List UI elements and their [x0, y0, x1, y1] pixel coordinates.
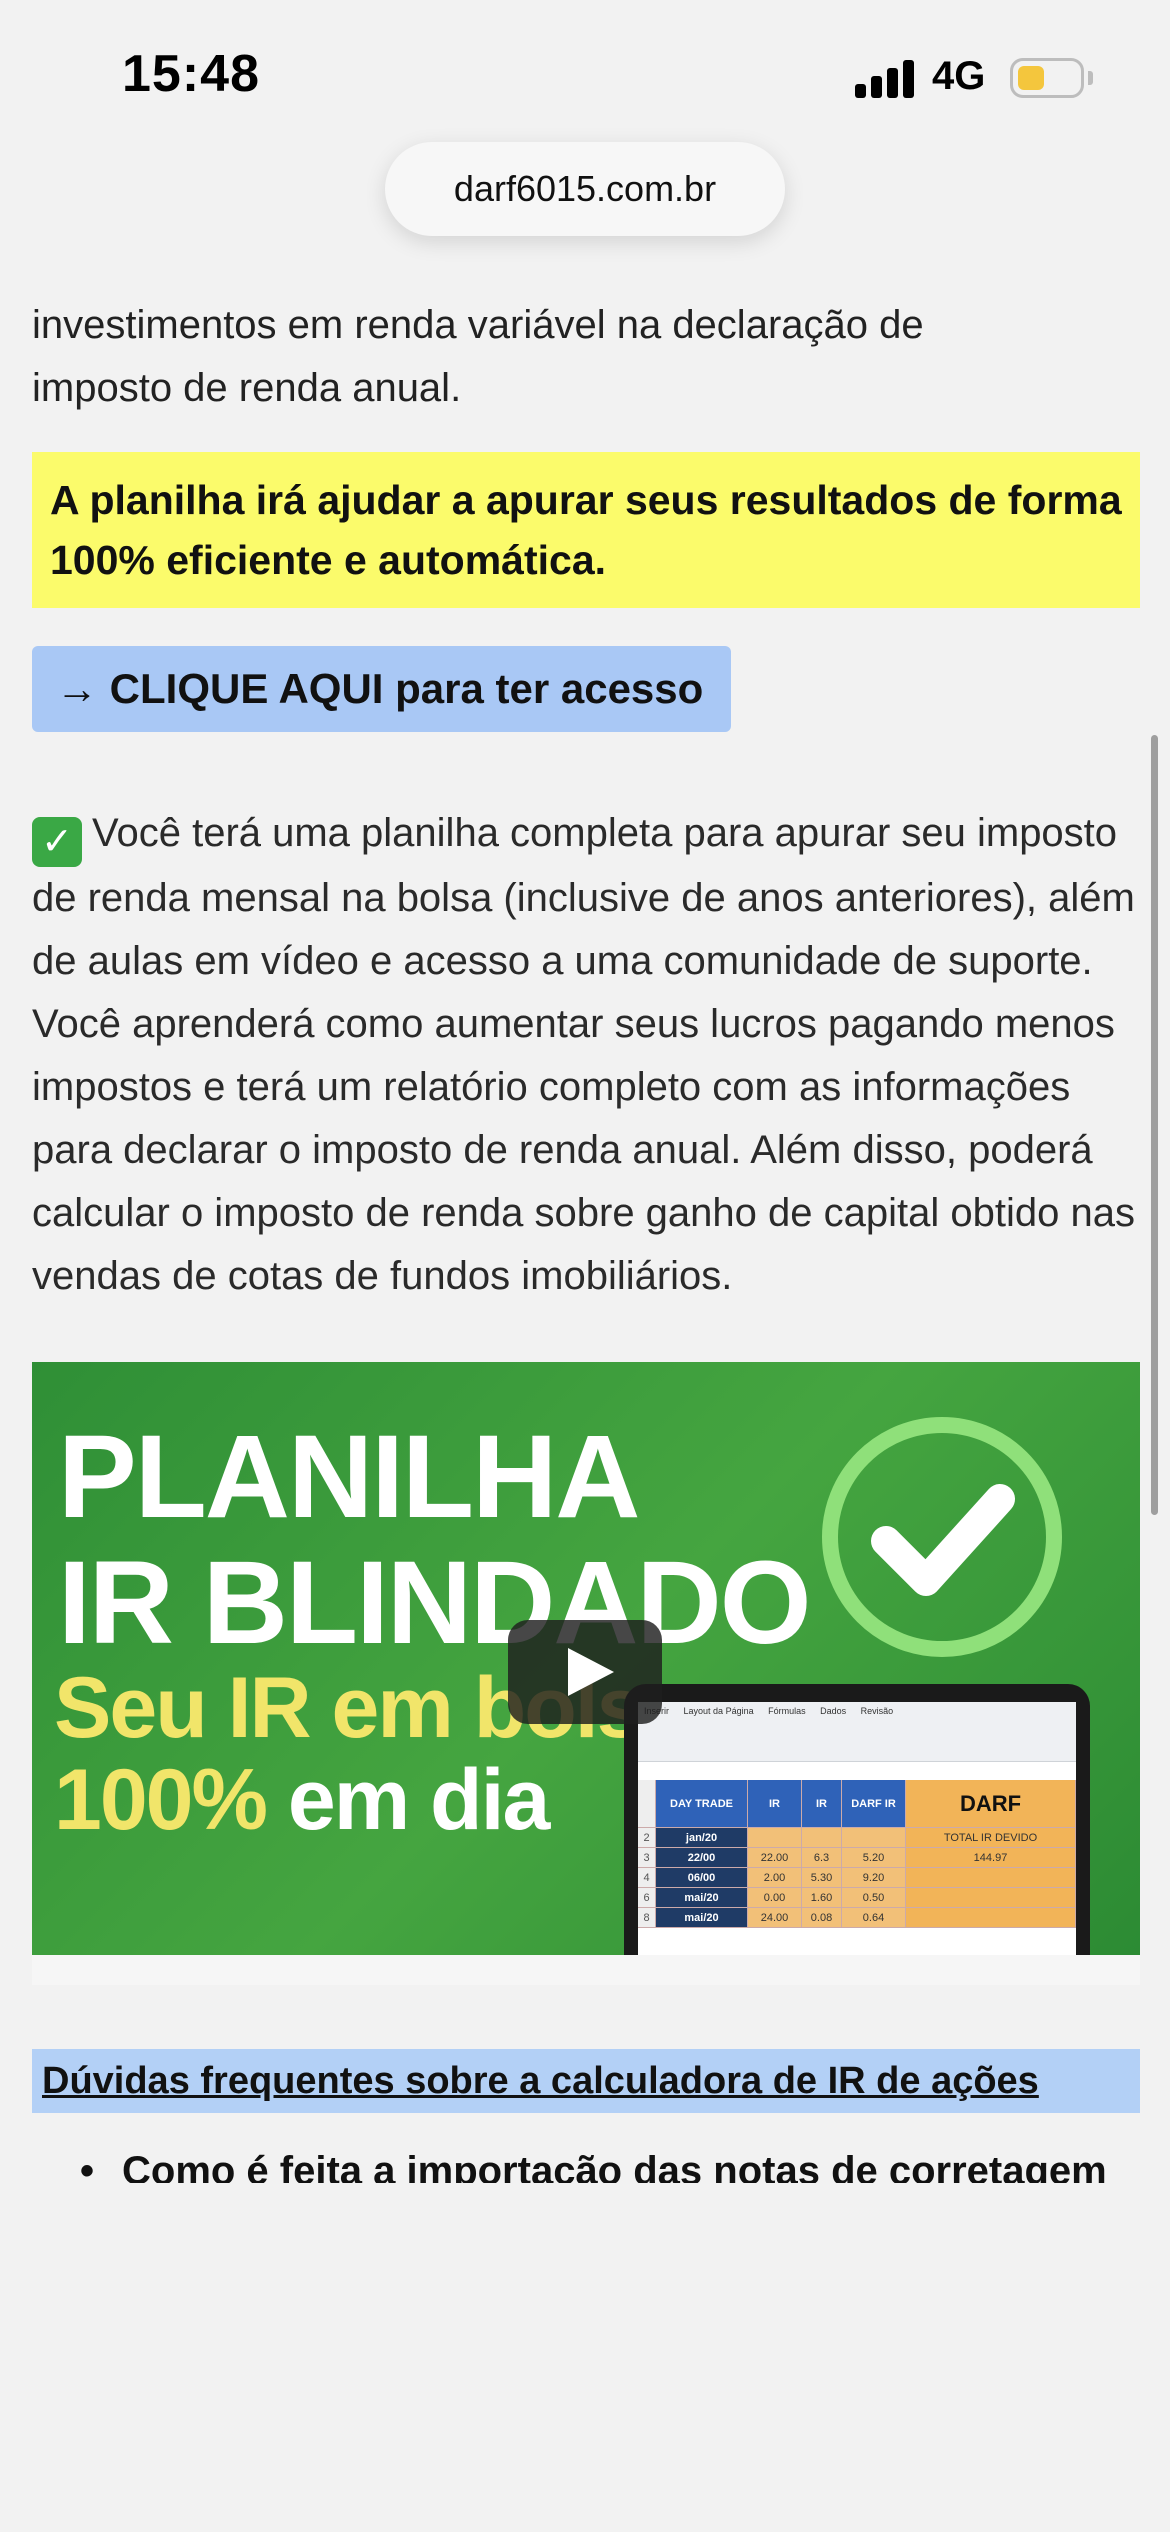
- sheet-row: 3 22/00 22.00 6.3 5.20 144.97: [638, 1848, 1076, 1868]
- sheet-cell: 0.00: [748, 1888, 802, 1908]
- ribbon-tab: Fórmulas: [768, 1706, 806, 1716]
- sheet-cell: 1.60: [802, 1888, 842, 1908]
- sheet-cell: [906, 1868, 1076, 1888]
- sheet-cell: [802, 1828, 842, 1848]
- spreadsheet-ribbon: Inserir Layout da Página Fórmulas Dados …: [638, 1702, 1076, 1762]
- battery-cap: [1088, 71, 1093, 85]
- thumbnail-subtitle-end: em dia: [265, 1752, 550, 1848]
- sheet-cell: 9.20: [842, 1868, 906, 1888]
- battery-icon: [1010, 58, 1084, 98]
- sheet-cell: 2.00: [748, 1868, 802, 1888]
- faq-item[interactable]: Como é feita a importação das notas de c…: [32, 2143, 1140, 2183]
- thumbnail-subtitle-percent: 100%: [54, 1752, 268, 1848]
- intro-text: investimentos em renda variável na decla…: [32, 294, 1140, 420]
- sheet-cell: 0.08: [802, 1908, 842, 1928]
- sheet-header-cell: DARF IR DEVIDO: [842, 1780, 906, 1828]
- sheet-cell: 6.3: [802, 1848, 842, 1868]
- sheet-header-cell: IR DEVIDO: [802, 1780, 842, 1828]
- sheet-cell: [748, 1828, 802, 1848]
- access-link-button[interactable]: → CLIQUE AQUI para ter acesso: [32, 646, 732, 732]
- sheet-cell: 24.00: [748, 1908, 802, 1928]
- status-time: 15:48: [122, 45, 260, 103]
- sheet-cell: [906, 1888, 1076, 1908]
- sheet-row: 2 jan/20 TOTAL IR DEVIDO: [638, 1828, 1076, 1848]
- description-paragraph: ✓ Você terá uma planilha completa para ap…: [32, 802, 1140, 1308]
- sheet-cell: mai/20: [656, 1888, 748, 1908]
- thumbnail-title: PLANILHA IR BLINDADO: [58, 1411, 812, 1669]
- signal-icon: [855, 58, 915, 98]
- spreadsheet-preview: Inserir Layout da Página Fórmulas Dados …: [638, 1702, 1076, 1985]
- sheet-cell: 06/00: [656, 1868, 748, 1888]
- sheet-cell: jan/20: [656, 1828, 748, 1848]
- spreadsheet-grid: DAY TRADE IR DEVIDE IR DEVIDO DARF IR DE…: [638, 1780, 1076, 1928]
- sheet-cell: mai/20: [656, 1908, 748, 1928]
- highlight-callout: A planilha irá ajudar a apurar seus resu…: [32, 452, 1140, 608]
- faq-list: Como é feita a importação das notas de c…: [32, 2143, 1140, 2183]
- ribbon-tab: Layout da Página: [683, 1706, 754, 1716]
- network-type: 4G: [932, 54, 986, 98]
- sheet-cell: 0.50: [842, 1888, 906, 1908]
- sheet-header-cell: DARF: [906, 1780, 1076, 1828]
- description-text: Você terá uma planilha completa para apu…: [32, 811, 1135, 1298]
- checkmark-circle-icon: [822, 1417, 1062, 1657]
- check-mark-icon: ✓: [32, 817, 82, 867]
- sheet-header-cell: DAY TRADE: [656, 1780, 748, 1828]
- thumbnail-title-line-2: IR BLINDADO: [58, 1537, 812, 1669]
- sheet-cell: [906, 1908, 1076, 1928]
- tablet-illustration: Inserir Layout da Página Fórmulas Dados …: [624, 1684, 1090, 1985]
- sheet-cell: 5.30: [802, 1868, 842, 1888]
- sheet-row: 4 06/00 2.00 5.30 9.20: [638, 1868, 1076, 1888]
- video-thumbnail[interactable]: PLANILHA IR BLINDADO Seu IR em bolsa 100…: [32, 1362, 1140, 1985]
- sheet-cell: 22/00: [656, 1848, 748, 1868]
- sheet-header-cell: IR DEVIDE: [748, 1780, 802, 1828]
- thumbnail-title-line-1: PLANILHA: [58, 1411, 641, 1543]
- intro-line-2: imposto de renda anual.: [32, 366, 462, 410]
- sheet-cell: TOTAL IR DEVIDO: [906, 1828, 1076, 1848]
- ribbon-tab: Dados: [820, 1706, 847, 1716]
- ribbon-tab: Revisão: [860, 1706, 894, 1716]
- sheet-row: 8 mai/20 24.00 0.08 0.64: [638, 1908, 1076, 1928]
- scrollbar[interactable]: [1151, 735, 1158, 1515]
- sheet-cell: 5.20: [842, 1848, 906, 1868]
- page-content: investimentos em renda variável na decla…: [32, 300, 1140, 2183]
- play-button[interactable]: [508, 1620, 662, 1724]
- sheet-cell: 144.97: [906, 1848, 1076, 1868]
- sheet-row: 6 mai/20 0.00 1.60 0.50: [638, 1888, 1076, 1908]
- faq-heading-link[interactable]: Dúvidas frequentes sobre a calculadora d…: [32, 2049, 1140, 2113]
- address-bar[interactable]: darf6015.com.br: [385, 142, 785, 236]
- video-bottom-strip: [32, 1955, 1140, 1985]
- intro-line-1: investimentos em renda variável na decla…: [32, 303, 924, 347]
- sheet-header-row: DAY TRADE IR DEVIDE IR DEVIDO DARF IR DE…: [638, 1780, 1076, 1828]
- status-bar: 15:48 4G: [0, 0, 1170, 140]
- sheet-cell: [842, 1828, 906, 1848]
- sheet-cell: 22.00: [748, 1848, 802, 1868]
- sheet-cell: 0.64: [842, 1908, 906, 1928]
